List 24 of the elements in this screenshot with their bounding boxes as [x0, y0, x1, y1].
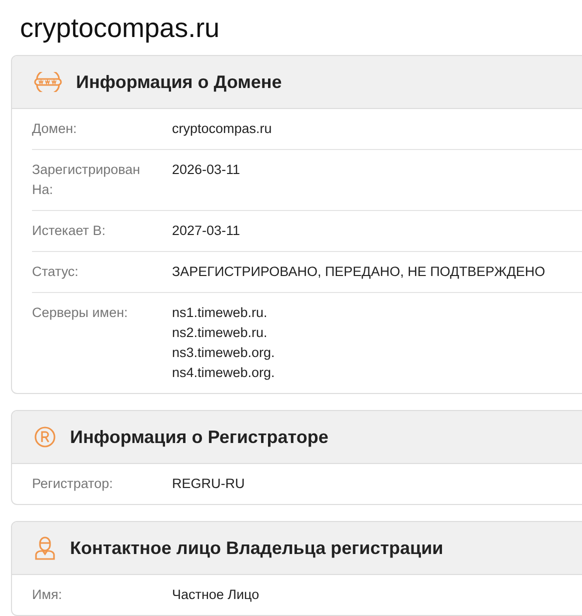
field-label: Домен:	[32, 120, 78, 138]
field-label: Статус:	[32, 263, 80, 281]
field-value: Частное Лицо	[172, 586, 260, 604]
person-icon	[34, 536, 56, 560]
card-heading: Информация о Регистраторе	[70, 426, 328, 448]
field-value: REGRU-RU	[172, 475, 245, 493]
www-icon	[34, 72, 62, 92]
card-heading: Контактное лицо Владельца регистрации	[70, 538, 444, 558]
registered-mark-icon	[34, 426, 56, 448]
field-value: 2027-03-11	[172, 222, 240, 240]
field-label: Имя:	[32, 586, 64, 604]
field-value: ns3.timeweb.org.	[172, 344, 275, 362]
field-value: ЗАРЕГИСТРИРОВАНО, ПЕРЕДАНО, НЕ ПОДТВЕРЖДЕНО	[172, 263, 546, 281]
field-label: Зарегистрирован На:	[32, 161, 142, 199]
field-value: 2026-03-11	[172, 161, 240, 179]
field-label: Регистратор:	[32, 475, 114, 493]
field-value: ns1.timeweb.ru.	[172, 304, 268, 322]
card-heading: Информация о Домене	[76, 72, 282, 92]
field-value: ns4.timeweb.org.	[172, 364, 275, 382]
field-value: ns2.timeweb.ru.	[172, 324, 268, 342]
site-title: cryptocompas.ru	[20, 12, 221, 45]
field-label: Серверы имен:	[32, 304, 129, 322]
field-value: cryptocompas.ru	[172, 120, 272, 138]
field-label: Истекает В:	[32, 222, 106, 240]
